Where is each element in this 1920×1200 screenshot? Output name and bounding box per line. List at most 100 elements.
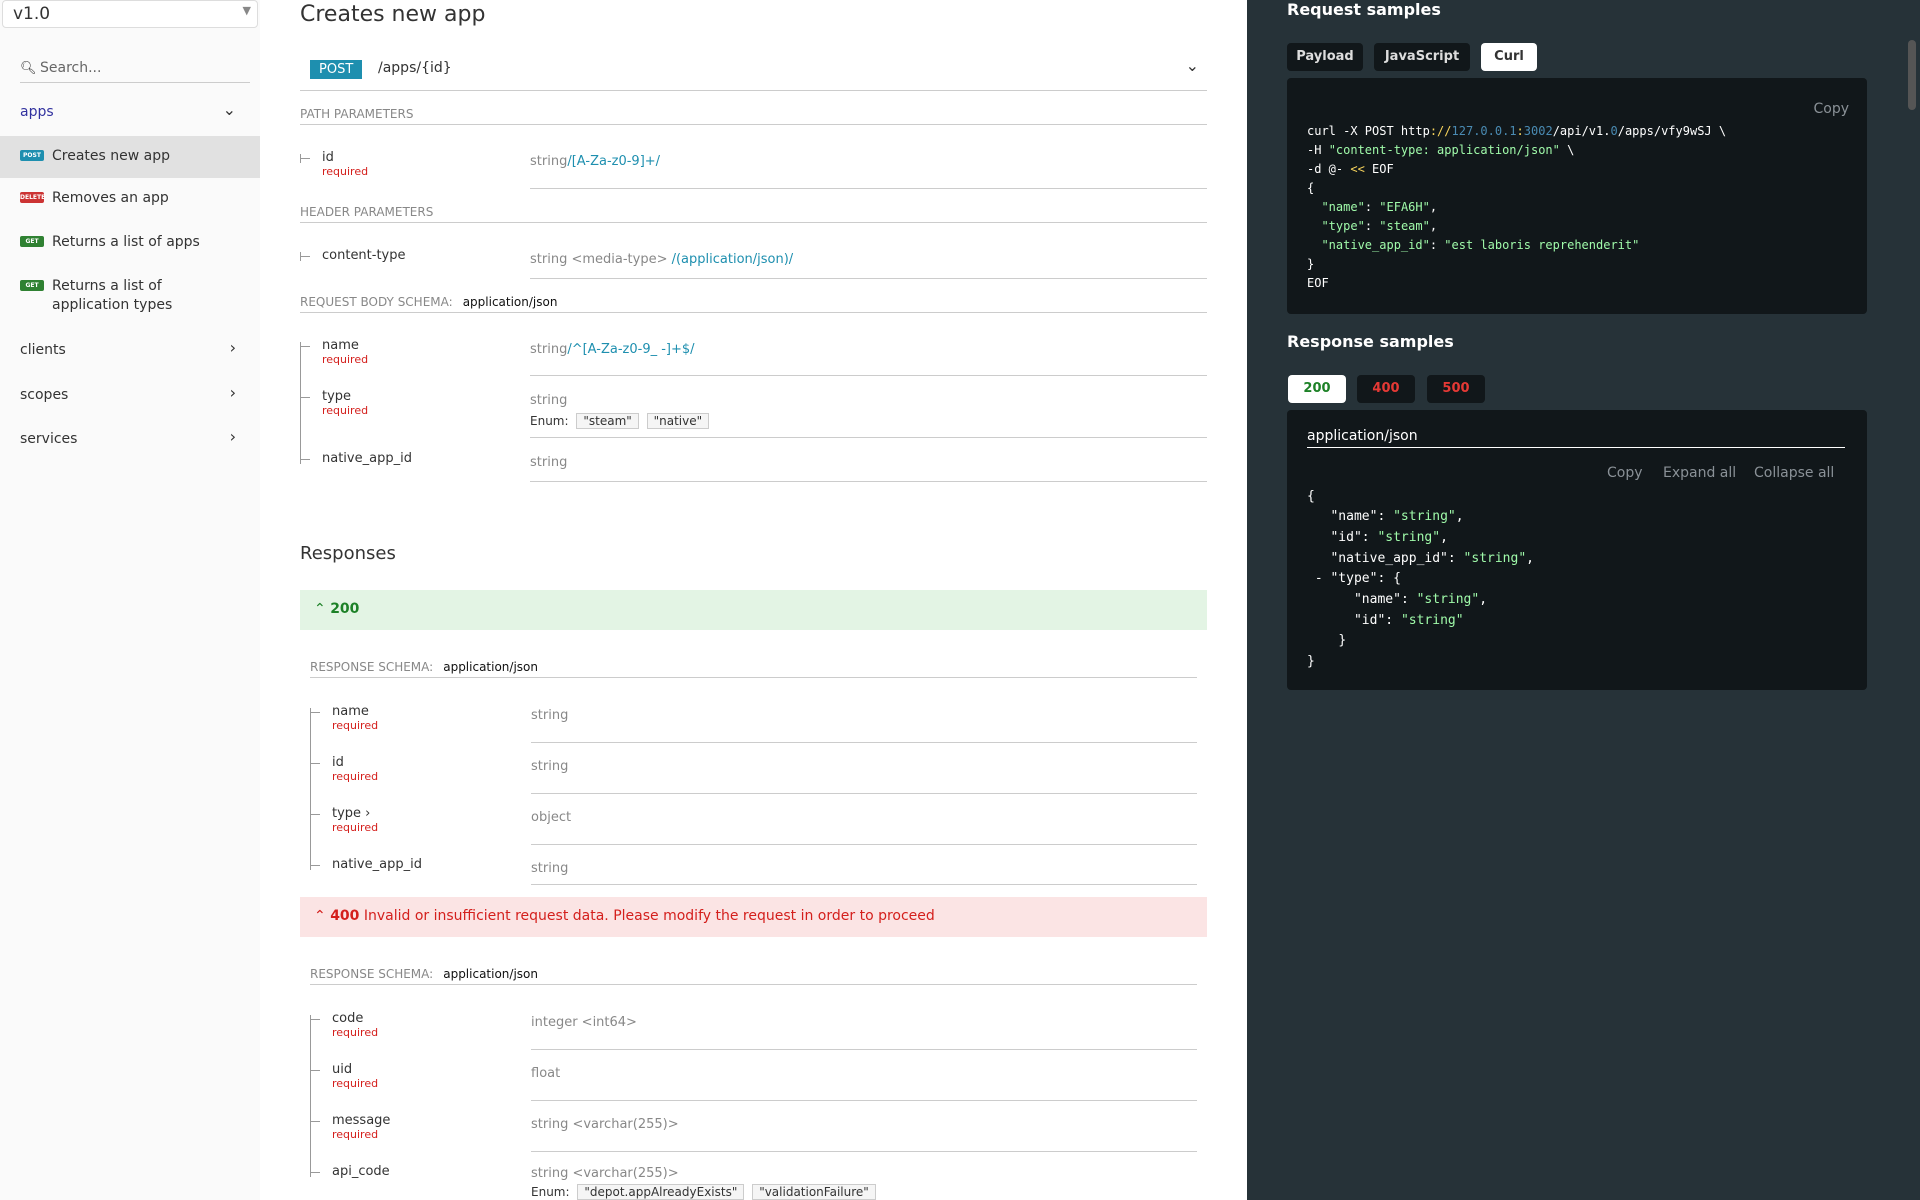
header-parameters-heading: Header Parameters xyxy=(300,205,434,219)
divider xyxy=(300,312,1207,313)
param-type: integer <int64> xyxy=(531,1015,637,1030)
get-badge: GET xyxy=(20,280,44,291)
divider xyxy=(531,1100,1197,1101)
version-select[interactable]: v1.0 ▼ xyxy=(2,0,258,28)
main-content: Creates new app POST /apps/{id} ⌄ Path P… xyxy=(260,0,1247,1200)
param-type-field: type required string Enum: "steam" "nati… xyxy=(300,389,1207,439)
param-name: id xyxy=(332,755,344,770)
response-description: Invalid or insufficient request data. Pl… xyxy=(363,908,935,924)
divider xyxy=(531,793,1197,794)
sidebar-item-creates-new-app[interactable]: POST Creates new app xyxy=(0,136,260,178)
tab-curl[interactable]: Curl xyxy=(1481,43,1537,71)
required-label: required xyxy=(322,165,369,178)
sidebar-group-scopes[interactable]: scopes › xyxy=(0,381,260,409)
endpoint-bar[interactable]: POST /apps/{id} ⌄ xyxy=(300,52,1207,91)
enum-chip: "native" xyxy=(646,413,710,429)
param-type: object xyxy=(531,810,572,825)
tree-connector xyxy=(300,455,310,464)
collapse-all-button[interactable]: Collapse all xyxy=(1754,465,1834,481)
divider xyxy=(530,375,1207,376)
divider xyxy=(310,677,1197,678)
code-line: EOF xyxy=(1307,276,1329,290)
tab-payload[interactable]: Payload xyxy=(1287,43,1363,71)
code-line: -H "content-type: application/json" \ xyxy=(1307,143,1575,157)
search-input[interactable]: Search... xyxy=(40,60,101,76)
response-field-type[interactable]: type › required object xyxy=(310,806,1197,846)
content-type-label: application/json xyxy=(462,295,558,309)
sidebar-item-removes-an-app[interactable]: DELETE Removes an app xyxy=(0,181,260,217)
tab-response-400[interactable]: 400 xyxy=(1357,375,1415,403)
expand-all-button[interactable]: Expand all xyxy=(1663,465,1736,481)
tree-connector xyxy=(310,861,320,870)
code-line: "native_app_id": "string", xyxy=(1330,551,1534,566)
search-box[interactable]: 🔍︎ Search... xyxy=(20,58,250,83)
param-name: type xyxy=(322,389,352,404)
param-name: uid xyxy=(332,1062,353,1077)
tree-connector xyxy=(310,1117,320,1126)
sidebar-item-label: Creates new app xyxy=(52,148,171,164)
code-line: { xyxy=(1307,181,1315,195)
code-line: "name": "string", xyxy=(1330,509,1464,524)
tree-connector xyxy=(310,708,320,717)
sidebar-item-returns-list-of-application-types[interactable]: GET Returns a list of application types xyxy=(0,269,260,317)
required-label: required xyxy=(332,1077,379,1090)
divider xyxy=(310,984,1197,985)
tree-connector xyxy=(310,759,320,768)
param-name[interactable]: type › xyxy=(332,806,370,821)
response-samples-heading: Response samples xyxy=(1287,332,1454,351)
required-label: required xyxy=(332,1128,379,1141)
code-line: } xyxy=(1307,654,1315,669)
sidebar-group-label: apps xyxy=(20,104,54,120)
sidebar-group-clients[interactable]: clients › xyxy=(0,336,260,364)
request-code-block: Copy curl -X POST http://127.0.0.1:3002/… xyxy=(1287,78,1867,314)
scrollbar[interactable] xyxy=(1908,40,1916,110)
code-line: "native_app_id": "est laboris reprehende… xyxy=(1321,238,1640,252)
response-200-toggle[interactable]: ⌃ 200 xyxy=(300,590,1207,630)
delete-badge: DELETE xyxy=(20,192,46,203)
response-field-uid: uid required float xyxy=(310,1062,1197,1102)
endpoint-path: /apps/{id} xyxy=(378,60,452,76)
divider xyxy=(531,884,1197,885)
divider xyxy=(530,437,1207,438)
divider xyxy=(531,1049,1197,1050)
response-400-toggle[interactable]: ⌃ 400 Invalid or insufficient request da… xyxy=(300,897,1207,937)
copy-button[interactable]: Copy xyxy=(1607,465,1643,481)
param-name: code xyxy=(332,1011,364,1026)
param-name: name xyxy=(332,704,369,719)
sidebar-group-apps[interactable]: apps ⌄ xyxy=(0,98,260,126)
param-type: string <media-type> /(application/json)/ xyxy=(530,252,794,267)
content-type-label: application/json xyxy=(443,660,538,674)
sidebar-item-returns-list-of-apps[interactable]: GET Returns a list of apps xyxy=(0,225,260,261)
required-label: required xyxy=(332,1026,379,1039)
param-name-field: name required string/^[A-Za-z0-9_ -]+$/ xyxy=(300,338,1207,378)
copy-button[interactable]: Copy xyxy=(1813,101,1849,117)
chevron-right-icon: › xyxy=(229,338,236,357)
sidebar-group-services[interactable]: services › xyxy=(0,425,260,453)
sidebar-group-label: scopes xyxy=(20,387,69,403)
tab-response-500[interactable]: 500 xyxy=(1427,375,1485,403)
response-field-name: name required string xyxy=(310,704,1197,744)
code-line: } xyxy=(1307,257,1315,271)
code-line: "type": "steam", xyxy=(1321,219,1438,233)
param-type: string/^[A-Za-z0-9_ -]+$/ xyxy=(530,342,695,357)
enum-chip: "validationFailure" xyxy=(752,1184,876,1200)
tab-javascript[interactable]: JavaScript xyxy=(1374,43,1470,71)
code-line: } xyxy=(1338,633,1347,648)
response-code: 400 xyxy=(330,908,360,924)
param-type: string xyxy=(530,455,568,470)
response-field-code: code required integer <int64> xyxy=(310,1011,1197,1051)
chevron-down-icon: ⌄ xyxy=(1185,56,1199,75)
response-code-block: application/json Copy Expand all Collaps… xyxy=(1287,410,1867,690)
divider xyxy=(300,124,1207,125)
tab-response-200[interactable]: 200 xyxy=(1288,375,1346,403)
param-name: native_app_id xyxy=(332,857,422,872)
required-label: required xyxy=(322,353,369,366)
divider xyxy=(531,742,1197,743)
sidebar: v1.0 ▼ 🔍︎ Search... apps ⌄ POST Creates … xyxy=(0,0,260,1200)
param-type: string/[A-Za-z0-9]+/ xyxy=(530,154,661,169)
content-type-select[interactable]: application/json xyxy=(1307,428,1845,448)
response-field-message: message required string <varchar(255)> xyxy=(310,1113,1197,1153)
tree-connector xyxy=(310,810,320,819)
collapse-toggle[interactable]: - xyxy=(1315,571,1323,586)
param-name: api_code xyxy=(332,1164,390,1179)
